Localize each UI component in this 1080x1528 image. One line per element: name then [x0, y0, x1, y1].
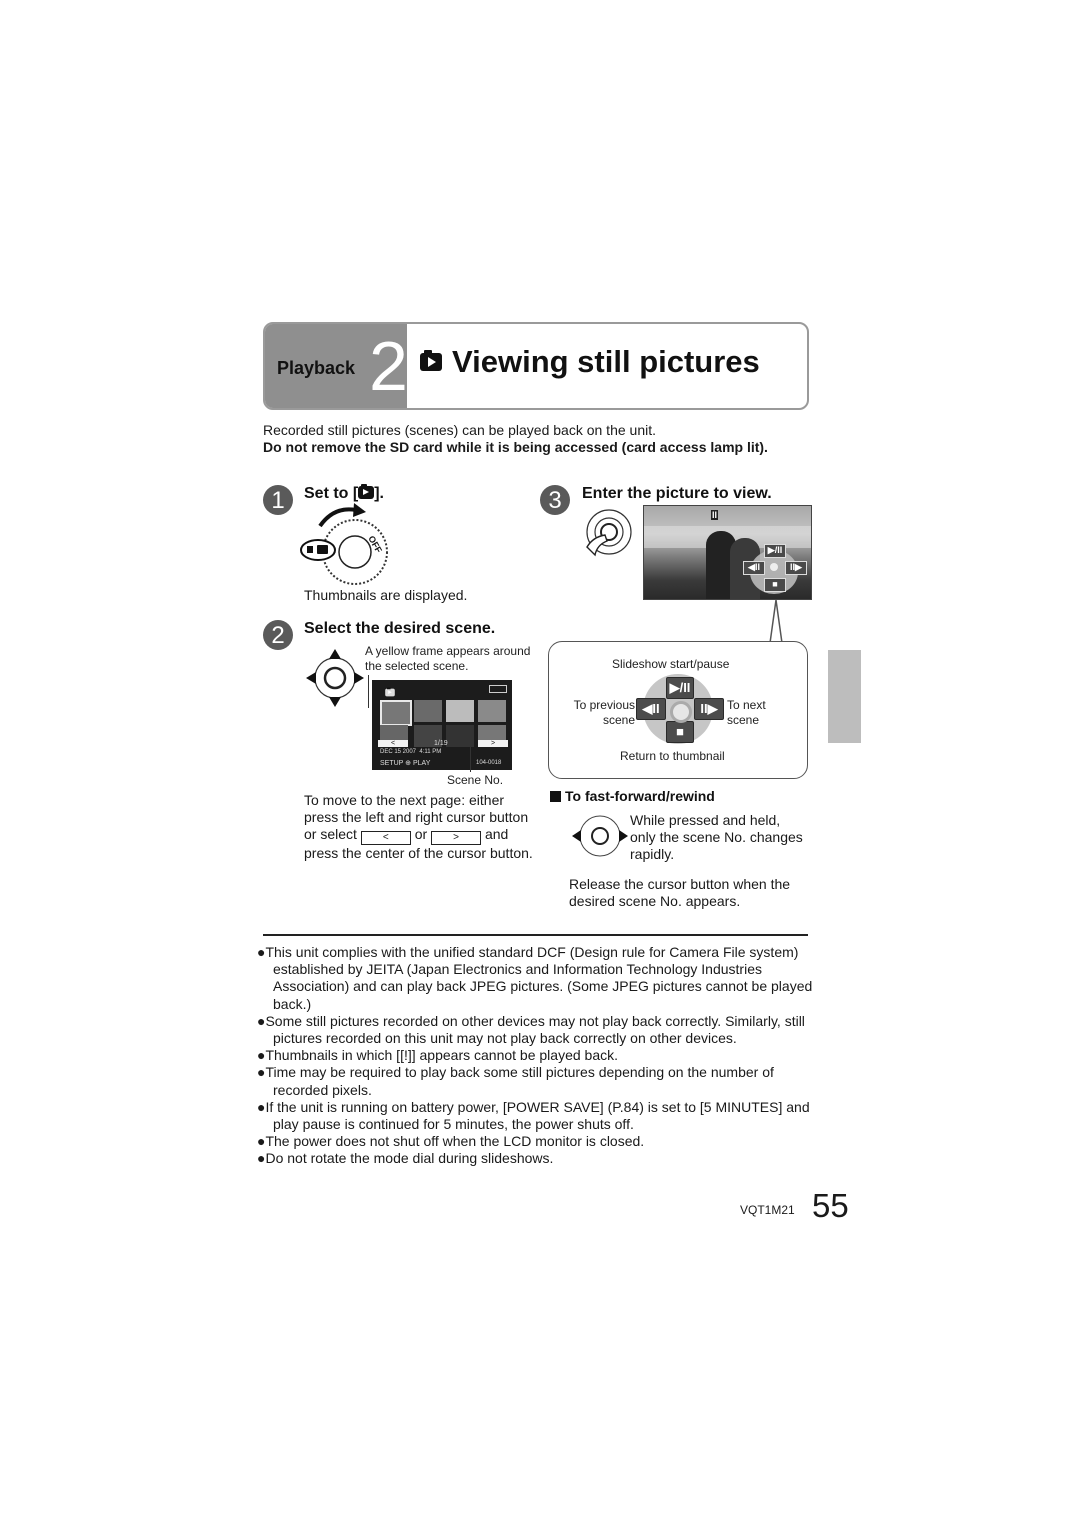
note-item: ●This unit complies with the unified sta…: [257, 944, 813, 1012]
next-page-button[interactable]: >: [478, 740, 508, 747]
return-thumbnail-label: Return to thumbnail: [620, 749, 725, 763]
ff-heading-text: To fast-forward/rewind: [565, 788, 715, 804]
callout-next-button: II▶: [694, 698, 724, 720]
slideshow-label: Slideshow start/pause: [612, 657, 730, 671]
next-scene-button[interactable]: II▶: [785, 561, 807, 575]
prev-page-button-glyph: <: [360, 831, 411, 845]
scene-leader-line: [470, 742, 471, 772]
note-item: ●Do not rotate the mode dial during slid…: [257, 1150, 554, 1167]
playback-screen: II ▶/II ◀II II▶ ■: [643, 505, 812, 600]
thumbnail[interactable]: [478, 700, 506, 722]
still-picture-playback-icon: [420, 350, 442, 371]
play-label: PLAY: [412, 760, 431, 767]
down-arrow-icon: [329, 697, 341, 707]
note-item: ●Thumbnails in which [[!]] appears canno…: [257, 1047, 618, 1064]
note-item: ●If the unit is running on battery power…: [257, 1098, 810, 1133]
square-bullet-icon: [550, 791, 561, 802]
step-1-badge: 1: [263, 485, 293, 515]
intro-text: Recorded still pictures (scenes) can be …: [263, 422, 656, 438]
step-3-title: Enter the picture to view.: [582, 485, 772, 502]
frame-leader-line: [368, 675, 369, 708]
step-2-badge: 2: [263, 620, 293, 650]
intro: Recorded still pictures (scenes) can be …: [263, 422, 808, 456]
page-title-text: Viewing still pictures: [452, 344, 760, 379]
scene-number-annotation: Scene No.: [447, 773, 504, 787]
thumbnail-selected[interactable]: [380, 700, 412, 726]
slideshow-button[interactable]: ▶/II: [764, 544, 786, 558]
screen-scene-number: 104-0018: [476, 760, 502, 766]
note-item: ●The power does not shut off when the LC…: [257, 1133, 645, 1150]
callout-prev-button: ◀II: [636, 698, 666, 720]
chapter-side-tab: [828, 650, 861, 743]
pause-indicator: II: [711, 510, 719, 520]
next-page-or: or: [414, 826, 428, 842]
callout-pointer: [769, 599, 783, 644]
right-arrow-icon: [354, 672, 364, 684]
date-text: DEC 15 2007: [380, 749, 417, 755]
callout-slideshow-button: ▶/II: [666, 677, 694, 699]
notes-list: ●This unit complies with the unified sta…: [257, 944, 817, 1168]
time-text: 4:11 PM: [419, 749, 442, 755]
press-center-icon: [586, 509, 632, 557]
callout-stop-button: ■: [666, 721, 694, 743]
rotate-arrowhead: [353, 503, 366, 517]
right-arrow-icon: [619, 830, 628, 842]
left-right-cursor-icon: [572, 815, 628, 857]
mode-dial-icon: OFF: [300, 503, 388, 585]
cursor-button-icon: [306, 649, 364, 707]
step-3-badge: 3: [540, 485, 570, 515]
center-button[interactable]: [770, 563, 778, 571]
setup-label: SETUP: [380, 760, 404, 767]
section-number: 2: [369, 327, 408, 405]
callout-center-button: [670, 701, 692, 723]
screen-menu-hint: SETUP ⊕ PLAY: [380, 760, 431, 767]
prev-scene-button[interactable]: ◀II: [743, 561, 765, 575]
note-item: ●Time may be required to play back some …: [257, 1064, 774, 1098]
page-count: 1/19: [434, 740, 448, 747]
left-arrow-icon: [572, 830, 581, 842]
left-arrow-icon: [306, 672, 316, 684]
return-thumbnail-button[interactable]: ■: [764, 578, 786, 592]
prev-scene-label: To previous scene: [573, 698, 635, 727]
screen-mode-icon: [385, 687, 395, 697]
dial-playback-mark: [317, 545, 328, 554]
yellow-frame-annotation: A yellow frame appears around the select…: [365, 644, 531, 673]
section-tab: Playback 2: [265, 324, 408, 408]
dial-center: [338, 535, 372, 569]
ff-heading: To fast-forward/rewind: [550, 788, 715, 804]
control-callout: Slideshow start/pause ▶/II ◀II II▶ ■ To …: [548, 641, 808, 779]
next-page-instructions: To move to the next page: either press t…: [304, 792, 536, 862]
ff-description: While pressed and held, only the scene N…: [630, 812, 803, 862]
model-code: VQT1M21: [740, 1203, 795, 1217]
section-header: Playback 2 Viewing still pictures: [263, 322, 809, 410]
battery-icon: [489, 685, 507, 693]
prev-page-button[interactable]: <: [378, 740, 408, 747]
thumbnail[interactable]: [446, 700, 474, 722]
thumbnail[interactable]: [414, 700, 442, 722]
step-1-note: Thumbnails are displayed.: [304, 587, 468, 603]
divider: [263, 934, 808, 936]
ff-release-note: Release the cursor button when the desir…: [569, 876, 791, 909]
next-scene-label: To next scene: [727, 698, 766, 727]
page-title: Viewing still pictures: [420, 344, 760, 380]
playback-mode-icon: [358, 484, 375, 499]
screen-date: DEC 15 2007 4:11 PM: [380, 749, 441, 755]
section-label: Playback: [277, 358, 356, 378]
up-arrow-icon: [329, 649, 341, 659]
thumbnail-screen: < 1/19 > DEC 15 2007 4:11 PM SETUP ⊕ PLA…: [372, 680, 512, 770]
dial-record-mark: [307, 546, 313, 553]
page-number: 55: [812, 1187, 849, 1224]
step-2-title: Select the desired scene.: [304, 620, 496, 637]
note-item: ●Some still pictures recorded on other d…: [257, 1012, 805, 1047]
warning-text: Do not remove the SD card while it is be…: [263, 439, 768, 455]
next-page-button-glyph: >: [431, 831, 482, 845]
